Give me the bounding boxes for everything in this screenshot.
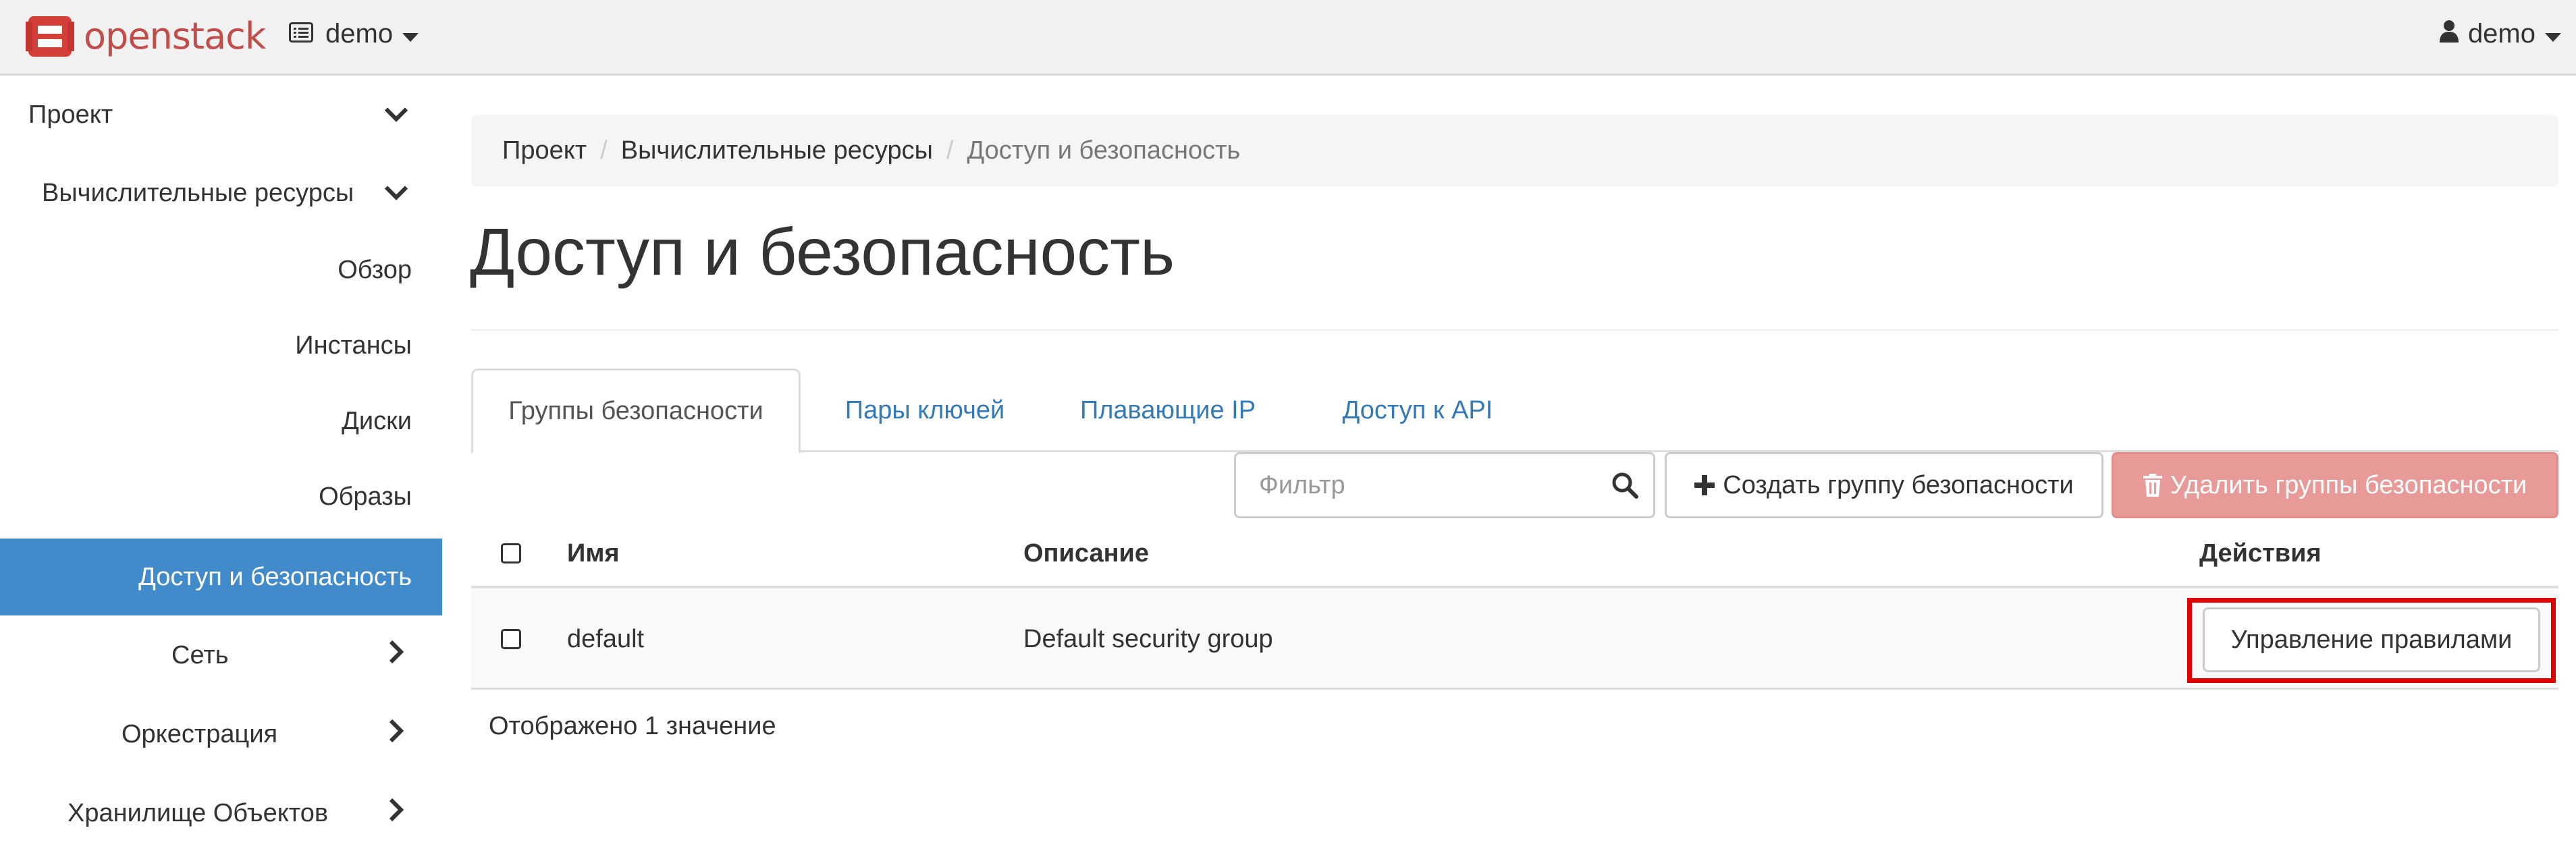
breadcrumb: Проект / Вычислительные ресурсы / Доступ… [471,115,2558,186]
openstack-logo-icon [26,12,74,61]
row-select-cell [501,590,521,688]
sidebar-item-label: Проект [28,100,113,129]
top-navbar: openstack demo demo [0,0,2576,76]
sidebar-item-object-store[interactable]: Хранилище Объектов [0,773,442,853]
sidebar-item-label: Инстансы [295,331,412,360]
column-header-actions: Действия [2199,539,2322,568]
create-security-group-label: Создать группу безопасности [1723,470,2074,499]
caret-down-icon [402,19,419,49]
sidebar-item-access-security[interactable]: Доступ и безопасность [0,539,442,615]
plus-icon [1694,475,1715,495]
logo-text: openstack [84,15,266,57]
sidebar-item-compute[interactable]: Вычислительные ресурсы [0,154,442,232]
breadcrumb-separator: / [600,136,608,165]
sidebar: Проект Вычислительные ресурсы Обзор Инст… [0,76,442,848]
project-list-icon [289,19,313,49]
breadcrumb-separator: / [946,136,954,165]
filter-field [1234,452,1655,518]
chevron-down-icon [384,179,408,208]
tab-floating-ips[interactable]: Плавающие IP [1046,368,1289,452]
tab-security-groups[interactable]: Группы безопасности [471,368,801,454]
sidebar-item-overview[interactable]: Обзор [0,232,442,308]
table-row: default Default security group Управлени… [471,590,2558,690]
breadcrumb-item-compute[interactable]: Вычислительные ресурсы [621,136,933,165]
title-divider [471,329,2558,331]
sidebar-item-label: Вычислительные ресурсы [42,178,354,207]
sidebar-item-label: Диски [342,406,412,435]
row-description: Default security group [1023,624,1273,653]
user-menu[interactable]: demo [2439,19,2561,49]
column-header-name[interactable]: Имя [567,520,620,587]
project-switcher-label: demo [325,19,394,49]
manage-rules-button[interactable]: Управление правилами [2203,607,2540,672]
sidebar-item-volumes[interactable]: Диски [0,383,442,459]
create-security-group-button[interactable]: Создать группу безопасности [1665,452,2103,518]
tab-api-access[interactable]: Доступ к API [1303,368,1532,452]
sidebar-item-label: Обзор [338,255,412,284]
openstack-logo[interactable]: openstack [26,12,266,61]
page-title: Доступ и безопасность [470,215,1175,289]
tab-key-pairs[interactable]: Пары ключей [817,368,1033,452]
filter-input[interactable] [1236,454,1601,516]
tab-bar: Группы безопасности Пары ключей Плавающи… [471,368,2558,454]
chevron-down-icon [384,101,408,130]
sidebar-item-label: Сеть [171,640,229,669]
sidebar-item-label: Оркестрация [122,719,278,748]
user-menu-label: demo [2467,19,2535,49]
sidebar-item-label: Хранилище Объектов [68,798,329,827]
trash-icon [2143,474,2162,497]
sidebar-item-instances[interactable]: Инстансы [0,308,442,383]
chevron-right-icon [388,798,404,829]
delete-security-groups-button[interactable]: Удалить группы безопасности [2112,452,2558,518]
search-icon[interactable] [1606,466,1644,504]
sidebar-item-images[interactable]: Образы [0,459,442,534]
sidebar-item-project[interactable]: Проект [0,76,442,154]
delete-security-groups-label: Удалить группы безопасности [2170,470,2527,499]
sidebar-item-orchestration[interactable]: Оркестрация [0,695,442,773]
project-switcher[interactable]: demo [289,19,419,49]
breadcrumb-item-project[interactable]: Проект [502,136,587,165]
chevron-right-icon [388,719,404,750]
row-checkbox[interactable] [501,629,521,649]
user-icon [2439,19,2459,49]
chevron-right-icon [388,640,404,671]
row-name: default [567,624,645,653]
select-all-cell [501,520,521,587]
breadcrumb-item-current: Доступ и безопасность [967,136,1241,165]
sidebar-item-label: Образы [319,482,412,511]
sidebar-item-label: Доступ и безопасность [138,562,412,591]
table-footer-count: Отображено 1 значение [489,712,776,740]
select-all-checkbox[interactable] [501,543,521,563]
caret-down-icon [2545,19,2561,49]
table-header: Имя Описание Действия [471,520,2558,588]
sidebar-item-network[interactable]: Сеть [0,615,442,695]
column-header-description[interactable]: Описание [1023,520,1149,587]
